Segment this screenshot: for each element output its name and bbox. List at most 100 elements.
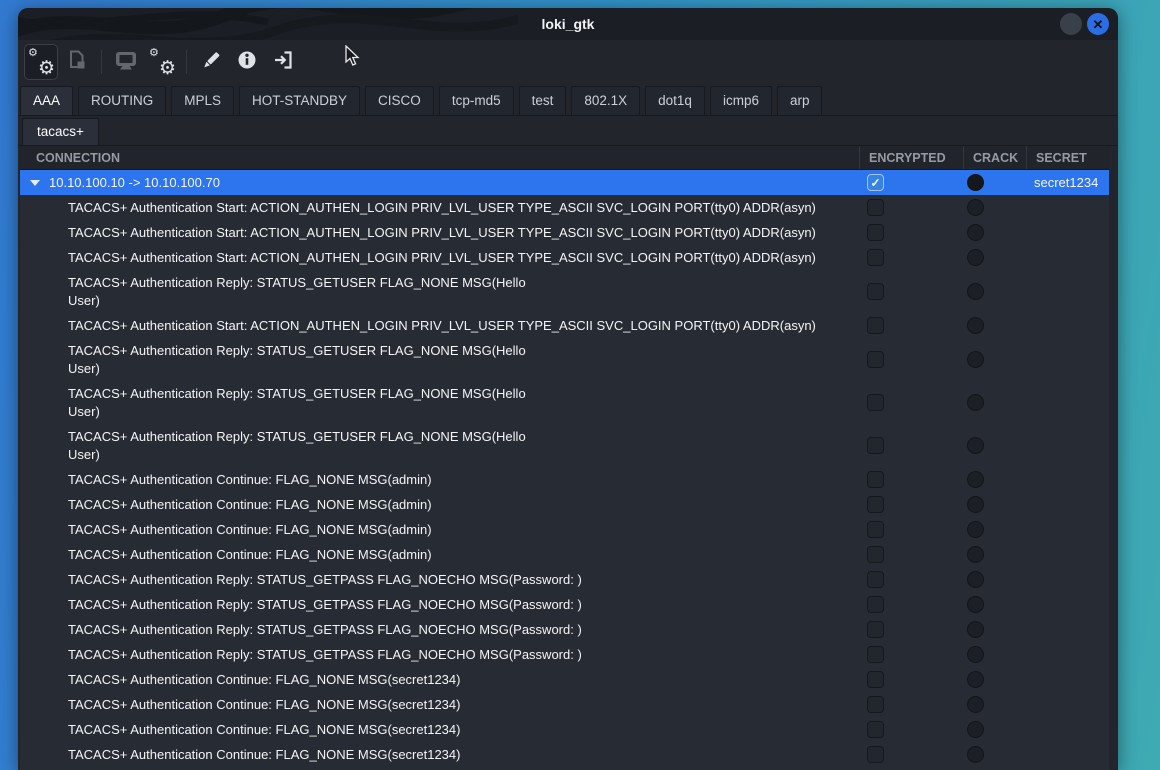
column-header-connection[interactable]: CONNECTION — [20, 146, 859, 169]
packet-message-wrap: User) — [68, 403, 526, 421]
packet-row[interactable]: TACACS+ Authentication Continue: FLAG_NO… — [20, 667, 1109, 692]
protocol-tab[interactable]: CISCO — [365, 86, 434, 115]
encrypted-checkbox[interactable] — [867, 546, 884, 563]
packet-row[interactable]: TACACS+ Authentication Continue: FLAG_NO… — [20, 692, 1109, 717]
column-header-secret[interactable]: SECRET — [1026, 146, 1109, 169]
encrypted-checkbox[interactable] — [867, 317, 884, 334]
packet-row[interactable]: TACACS+ Authentication Continue: FLAG_NO… — [20, 542, 1109, 567]
packet-row[interactable]: TACACS+ Authentication Continue: FLAG_NO… — [20, 742, 1109, 767]
titlebar[interactable]: loki_gtk ✕ — [18, 8, 1118, 40]
about-button[interactable] — [230, 44, 264, 80]
protocol-tab[interactable]: icmp6 — [710, 86, 772, 115]
packet-row[interactable]: TACACS+ Authentication Continue: FLAG_NO… — [20, 467, 1109, 492]
gears-icon: ⚙⚙ — [149, 49, 175, 75]
protocol-tab[interactable]: 802.1X — [571, 86, 640, 115]
subtab-tacacs[interactable]: tacacs+ — [22, 118, 99, 145]
encrypted-checkbox[interactable] — [867, 437, 884, 454]
crack-status-led[interactable] — [967, 249, 984, 266]
close-button[interactable]: ✕ — [1087, 13, 1109, 35]
packet-message: TACACS+ Authentication Continue: FLAG_NO… — [68, 496, 432, 514]
crack-status-led[interactable] — [967, 596, 984, 613]
packet-row[interactable]: TACACS+ Authentication Reply: STATUS_GET… — [20, 592, 1109, 617]
packet-row[interactable]: TACACS+ Authentication Continue: FLAG_NO… — [20, 717, 1109, 742]
encrypted-checkbox[interactable] — [867, 521, 884, 538]
packet-message: TACACS+ Authentication Start: ACTION_AUT… — [68, 199, 816, 217]
protocol-tab[interactable]: dot1q — [645, 86, 705, 115]
encrypted-checkbox[interactable] — [867, 671, 884, 688]
protocol-tab[interactable]: tcp-md5 — [439, 86, 514, 115]
crack-status-led[interactable] — [967, 199, 984, 216]
minimize-button[interactable] — [1060, 13, 1082, 35]
crack-status-led[interactable] — [967, 646, 984, 663]
crack-status-led[interactable] — [967, 621, 984, 638]
network-display-button[interactable] — [109, 44, 143, 80]
crack-status-led[interactable] — [967, 721, 984, 738]
encrypted-checkbox[interactable] — [867, 496, 884, 513]
column-header-encrypted[interactable]: ENCRYPTED — [859, 146, 963, 169]
tacacs-page: CONNECTION ENCRYPTED CRACK SECRET 10.10.… — [20, 146, 1109, 770]
encrypted-checkbox[interactable] — [867, 596, 884, 613]
crack-status-led[interactable] — [967, 437, 984, 454]
encrypted-checkbox[interactable] — [867, 621, 884, 638]
packet-row[interactable]: TACACS+ Authentication Continue: FLAG_NO… — [20, 517, 1109, 542]
encrypted-checkbox[interactable] — [867, 746, 884, 763]
edit-button[interactable] — [194, 44, 228, 80]
packet-row[interactable]: TACACS+ Authentication Start: ACTION_AUT… — [20, 195, 1109, 220]
encrypted-checkbox[interactable] — [867, 249, 884, 266]
packet-row[interactable]: TACACS+ Authentication Reply: STATUS_GET… — [20, 642, 1109, 667]
encrypted-checkbox[interactable] — [867, 224, 884, 241]
settings-gears-button[interactable]: ⚙⚙ — [145, 44, 179, 80]
crack-status-led[interactable] — [967, 571, 984, 588]
encrypted-checkbox[interactable] — [867, 696, 884, 713]
crack-status-led[interactable] — [967, 283, 984, 300]
encrypted-checkbox[interactable] — [867, 351, 884, 368]
packet-row[interactable]: TACACS+ Authentication Reply: STATUS_GET… — [20, 617, 1109, 642]
packet-row[interactable]: TACACS+ Authentication Continue: FLAG_NO… — [20, 492, 1109, 517]
crack-status-led[interactable] — [967, 671, 984, 688]
protocol-tab[interactable]: ROUTING — [78, 86, 166, 115]
protocol-tab[interactable]: arp — [777, 86, 823, 115]
packet-row[interactable]: TACACS+ Authentication Reply: STATUS_GET… — [20, 270, 1109, 313]
packet-row[interactable]: TACACS+ Authentication Start: ACTION_AUT… — [20, 245, 1109, 270]
packet-row[interactable]: TACACS+ Authentication Reply: STATUS_GET… — [20, 567, 1109, 592]
crack-status-led[interactable] — [967, 521, 984, 538]
packet-message: TACACS+ Authentication Reply: STATUS_GET… — [68, 274, 526, 292]
quit-button[interactable] — [266, 44, 300, 80]
protocol-tab[interactable]: AAA — [20, 86, 73, 115]
packet-row[interactable]: TACACS+ Authentication Reply: STATUS_GET… — [20, 381, 1109, 424]
crack-status-led[interactable] — [967, 224, 984, 241]
crack-status-led[interactable] — [967, 351, 984, 368]
encrypted-checkbox[interactable] — [867, 283, 884, 300]
encrypted-checkbox[interactable] — [867, 571, 884, 588]
run-gears-button[interactable]: ⚙⚙ — [24, 44, 58, 80]
encrypted-checkbox[interactable]: ✓ — [867, 174, 884, 191]
crack-status-led[interactable] — [967, 496, 984, 513]
crack-status-led[interactable] — [967, 696, 984, 713]
packet-row[interactable]: TACACS+ Authentication Start: ACTION_AUT… — [20, 220, 1109, 245]
crack-status-led[interactable] — [967, 546, 984, 563]
packet-row[interactable]: TACACS+ Authentication Start: ACTION_AUT… — [20, 313, 1109, 338]
packet-message: TACACS+ Authentication Start: ACTION_AUT… — [68, 224, 816, 242]
encrypted-checkbox[interactable] — [867, 199, 884, 216]
column-header-crack[interactable]: CRACK — [963, 146, 1026, 169]
encrypted-checkbox[interactable] — [867, 646, 884, 663]
dragon-artwork — [18, 8, 518, 40]
encrypted-checkbox[interactable] — [867, 721, 884, 738]
connection-row[interactable]: 10.10.100.10 -> 10.10.100.70 ✓ secret123… — [20, 170, 1109, 195]
crack-status-led[interactable] — [967, 471, 984, 488]
crack-status-led[interactable] — [967, 746, 984, 763]
protocol-tab[interactable]: test — [519, 86, 567, 115]
copy-document-button[interactable] — [60, 44, 94, 80]
encrypted-checkbox[interactable] — [867, 394, 884, 411]
document-icon — [65, 48, 89, 77]
encrypted-checkbox[interactable] — [867, 471, 884, 488]
protocol-tab[interactable]: HOT-STANDBY — [239, 86, 360, 115]
expander-icon[interactable] — [30, 180, 40, 186]
packet-row[interactable]: TACACS+ Authentication Reply: STATUS_GET… — [20, 424, 1109, 467]
crack-status-led[interactable] — [967, 174, 984, 191]
crack-status-led[interactable] — [967, 317, 984, 334]
packet-message: TACACS+ Authentication Continue: FLAG_NO… — [68, 546, 432, 564]
protocol-tab[interactable]: MPLS — [171, 86, 234, 115]
crack-status-led[interactable] — [967, 394, 984, 411]
packet-row[interactable]: TACACS+ Authentication Reply: STATUS_GET… — [20, 338, 1109, 381]
